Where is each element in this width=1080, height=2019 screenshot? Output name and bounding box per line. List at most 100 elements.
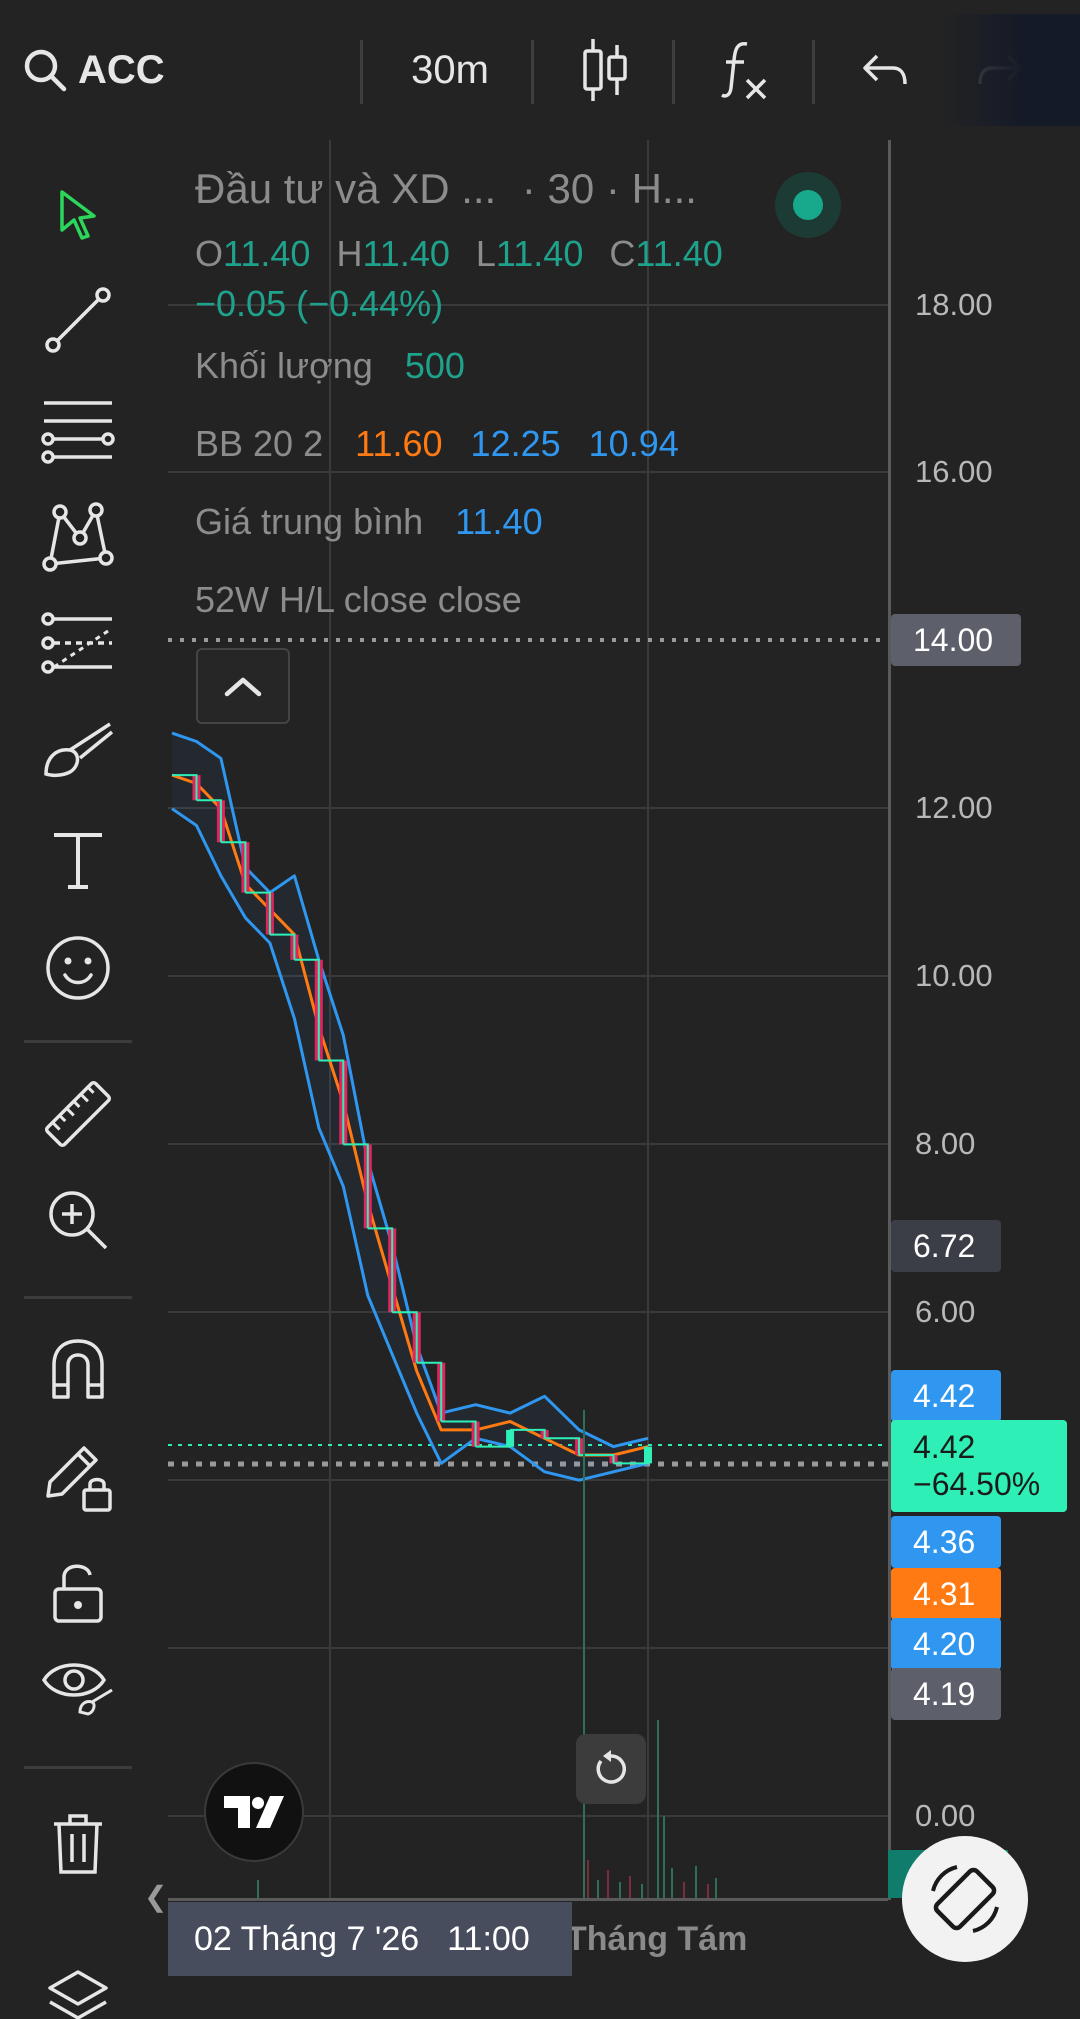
chevron-left-icon[interactable]: ❮ (144, 1880, 167, 1913)
trash-icon (54, 1814, 102, 1874)
price-tick: 6.00 (915, 1294, 976, 1329)
crosshair-time: 11:00 (447, 1919, 530, 1958)
pencil-lock-icon (46, 1446, 112, 1512)
legend-hl-row[interactable]: 52W H/L close close (195, 579, 522, 621)
bb-lower-value: 10.94 (588, 423, 679, 464)
screen-rotation-icon (931, 1865, 999, 1933)
cursor-tool[interactable] (30, 166, 126, 262)
last-price-value: 4.42 (913, 1429, 976, 1465)
legend-title-row[interactable]: Đầu tư và XD ... · 30 · H... (195, 165, 697, 213)
bb-mid-value: 11.60 (355, 423, 443, 464)
visibility-tool[interactable] (30, 1638, 126, 1734)
remove-drawings-tool[interactable] (30, 1796, 126, 1892)
eye-icon (41, 1663, 113, 1716)
price-axis[interactable]: 18.00 16.00 12.00 10.00 8.00 6.00 0.00 1… (888, 140, 1080, 1900)
search-icon (24, 49, 67, 92)
price-tick: 10.00 (915, 958, 993, 993)
text-tool[interactable] (30, 812, 126, 908)
unlock-icon (53, 1564, 103, 1623)
brush-tool[interactable] (30, 702, 126, 798)
crosshair-price-label: 6.72 (891, 1220, 1001, 1272)
bb-upper-value: 12.25 (470, 423, 561, 464)
text-icon (54, 833, 102, 889)
emoji-tool[interactable] (30, 920, 126, 1016)
tradingview-logo-button[interactable] (204, 1762, 304, 1862)
zoom-tool[interactable] (30, 1172, 126, 1268)
parallel-lines-icon (41, 401, 115, 464)
reset-icon (596, 1750, 626, 1784)
trend-line-icon (45, 287, 111, 353)
high-value: 11.40 (362, 233, 450, 274)
time-axis-month-label: Tháng Tám (566, 1920, 748, 1958)
chart-grid (168, 140, 888, 1900)
chart-pane[interactable] (168, 140, 888, 1900)
reset-chart-button[interactable] (576, 1734, 646, 1804)
price-tick: 12.00 (915, 790, 993, 825)
legend-collapse-button[interactable] (196, 648, 290, 724)
magnet-icon (52, 1339, 104, 1399)
lock-tool[interactable] (30, 1544, 126, 1640)
hl-level-label: 14.00 (891, 614, 1021, 666)
last-price-label: 4.42 −64.50% (891, 1420, 1067, 1512)
interval-button[interactable]: 30m (370, 0, 530, 140)
pattern-tool[interactable] (30, 488, 126, 584)
chevron-up-icon (224, 677, 262, 697)
avg-price-label: Giá trung bình (195, 501, 424, 542)
price-tick: 8.00 (915, 1126, 976, 1161)
legend-symbol-title: Đầu tư và XD ... (195, 165, 497, 212)
legend-avg-row[interactable]: Giá trung bình 11.40 (195, 501, 543, 543)
chart-type-button[interactable] (540, 0, 670, 140)
legend-ohlc-row: O11.40 H11.40 L11.40 C11.40 (195, 233, 723, 275)
top-toolbar: ACC 30m (0, 0, 1080, 140)
bb-lower-price-label: 4.20 (891, 1618, 1001, 1670)
price-chart[interactable] (168, 140, 888, 1900)
rotate-screen-button[interactable] (902, 1836, 1028, 1962)
bb-upper-price-label: 4.42 (891, 1370, 1001, 1422)
price-tick: 16.00 (915, 454, 993, 489)
avg-price-value: 11.40 (455, 501, 543, 542)
bb-mid-price-label: 4.31 (891, 1568, 1001, 1620)
forecast-icon (41, 612, 112, 674)
price-tick: 18.00 (915, 287, 993, 322)
symbol-search-button[interactable]: ACC (22, 0, 362, 140)
object-tree-tool[interactable] (30, 1950, 126, 2019)
open-label: O (195, 233, 224, 274)
interval-label: 30m (411, 47, 489, 92)
low-label: L (475, 233, 496, 274)
pattern-icon (42, 502, 114, 572)
legend-title-suffix: · 30 · H... (521, 165, 697, 212)
symbol-label: ACC (78, 47, 165, 92)
magnet-tool[interactable] (30, 1320, 126, 1416)
market-status-indicator[interactable] (775, 172, 841, 238)
indicators-icon (721, 41, 767, 100)
price-tick: 0.00 (915, 1798, 976, 1833)
last-price-change: −64.50% (913, 1466, 1041, 1502)
legend-volume-row[interactable]: Khối lượng 500 (195, 345, 465, 387)
high-label: H (336, 233, 363, 274)
smiley-icon (46, 936, 110, 1000)
ruler-tool[interactable] (30, 1066, 126, 1162)
legend-change: −0.05 (−0.44%) (195, 283, 444, 324)
undo-button[interactable] (820, 0, 950, 140)
close-value: 11.40 (635, 233, 723, 274)
tradingview-logo-icon (224, 1796, 284, 1828)
low-value: 11.40 (495, 233, 584, 274)
undo-icon (863, 54, 907, 85)
volume-label: Khối lượng (195, 345, 373, 386)
close-label: C (609, 233, 636, 274)
indicators-button[interactable] (680, 0, 810, 140)
lock-drawing-tool[interactable] (30, 1428, 126, 1524)
ruler-icon (44, 1080, 112, 1148)
crosshair-date: 02 Tháng 7 '26 (194, 1919, 420, 1958)
legend-bb-row[interactable]: BB 20 2 11.60 12.25 10.94 (195, 423, 679, 465)
trend-line-tool[interactable] (30, 272, 126, 368)
candles-icon (583, 39, 627, 101)
crosshair-date-label: 02 Tháng 7 '26 11:00 (168, 1902, 572, 1976)
horizontal-lines-tool[interactable] (30, 382, 126, 478)
forecast-tool[interactable] (30, 596, 126, 692)
prev-close-price-label: 4.19 (891, 1668, 1001, 1720)
open-value: 11.40 (223, 233, 311, 274)
layers-icon (48, 1970, 108, 2019)
bb-label: BB 20 2 (195, 423, 324, 464)
brush-icon (44, 722, 114, 778)
